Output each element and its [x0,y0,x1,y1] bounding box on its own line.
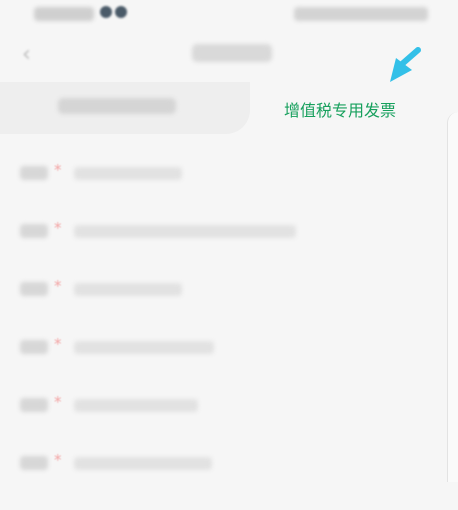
status-dot [100,6,112,18]
form-row[interactable]: * [0,270,448,310]
form-row-input[interactable] [74,225,296,238]
page-title [192,44,272,62]
form-row-input[interactable] [74,283,182,296]
form-row-input[interactable] [74,457,212,470]
form-row-label [20,282,48,296]
form-row[interactable]: * [0,212,448,252]
required-star: * [54,277,62,295]
form-row[interactable]: * [0,154,448,194]
form-row[interactable]: * [0,444,448,484]
form-row-label [20,166,48,180]
status-time [34,7,94,21]
form-row-label [20,456,48,470]
status-dot [115,6,127,18]
side-panel-edge [447,112,458,482]
required-star: * [54,335,62,353]
required-star: * [54,219,62,237]
required-star: * [54,161,62,179]
required-star: * [54,393,62,411]
form-row-label [20,398,48,412]
form-row-input[interactable] [74,341,214,354]
form-row[interactable]: * [0,386,448,426]
form-row-label [20,340,48,354]
form-row[interactable]: * [0,328,448,368]
status-indicators [100,6,127,18]
tab-vat-special-invoice-label: 增值税专用发票 [284,101,397,120]
tab-general-invoice[interactable] [0,82,250,134]
invoice-type-tabs: 增值税专用发票 [0,82,458,134]
form-row-input[interactable] [74,167,182,180]
tab-vat-special-invoice[interactable]: 增值税专用发票 [250,82,458,134]
form-row-label [20,224,48,238]
chevron-left-icon[interactable]: ‹ [22,44,44,66]
status-system-icons [294,7,428,21]
status-bar [0,0,458,32]
form-row-input[interactable] [74,399,198,412]
required-star: * [54,451,62,469]
tab-general-invoice-label [58,98,176,114]
